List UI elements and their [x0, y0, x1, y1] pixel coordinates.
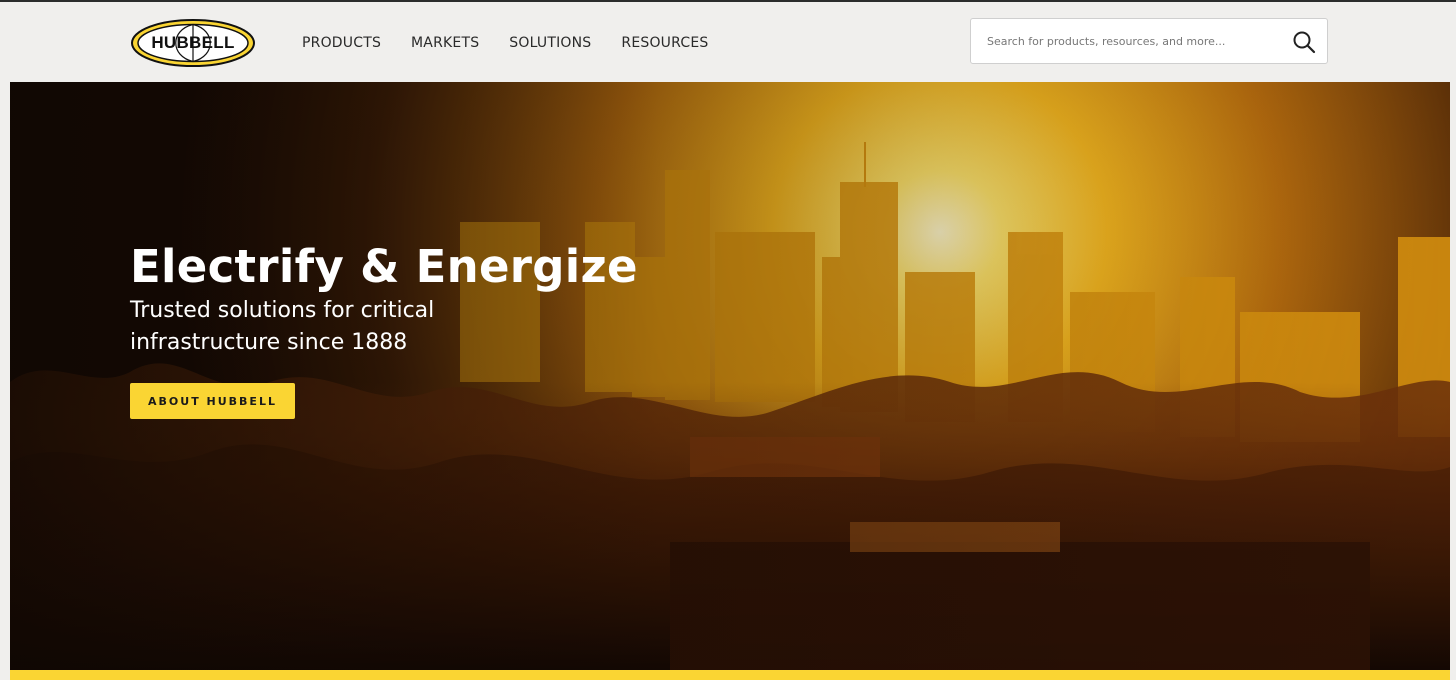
page-edge	[1450, 82, 1456, 680]
hero-banner: Electrify & Energize Trusted solutions f…	[10, 82, 1450, 670]
city-skyline-sunset-image	[10, 82, 1450, 670]
nav-item-markets[interactable]: MARKETS	[411, 35, 479, 51]
logo-text: HUBBELL	[151, 33, 235, 52]
search-icon[interactable]	[1291, 29, 1317, 55]
nav-item-resources[interactable]: RESOURCES	[621, 35, 708, 51]
hubbell-logo[interactable]: HUBBELL	[130, 18, 256, 68]
site-header: HUBBELL PRODUCTS MARKETS SOLUTIONS RESOU…	[0, 2, 1456, 82]
nav-item-products[interactable]: PRODUCTS	[302, 35, 381, 51]
nav-item-solutions[interactable]: SOLUTIONS	[509, 35, 591, 51]
hero-title: Electrify & Energize	[130, 240, 638, 294]
about-hubbell-button[interactable]: ABOUT HUBBELL	[130, 383, 295, 419]
search-box	[970, 18, 1328, 64]
search-input[interactable]	[971, 19, 1281, 63]
yellow-accent-bar	[10, 670, 1450, 680]
main-nav: PRODUCTS MARKETS SOLUTIONS RESOURCES	[302, 35, 708, 51]
hero-subtitle: Trusted solutions for critical infrastru…	[130, 298, 435, 355]
